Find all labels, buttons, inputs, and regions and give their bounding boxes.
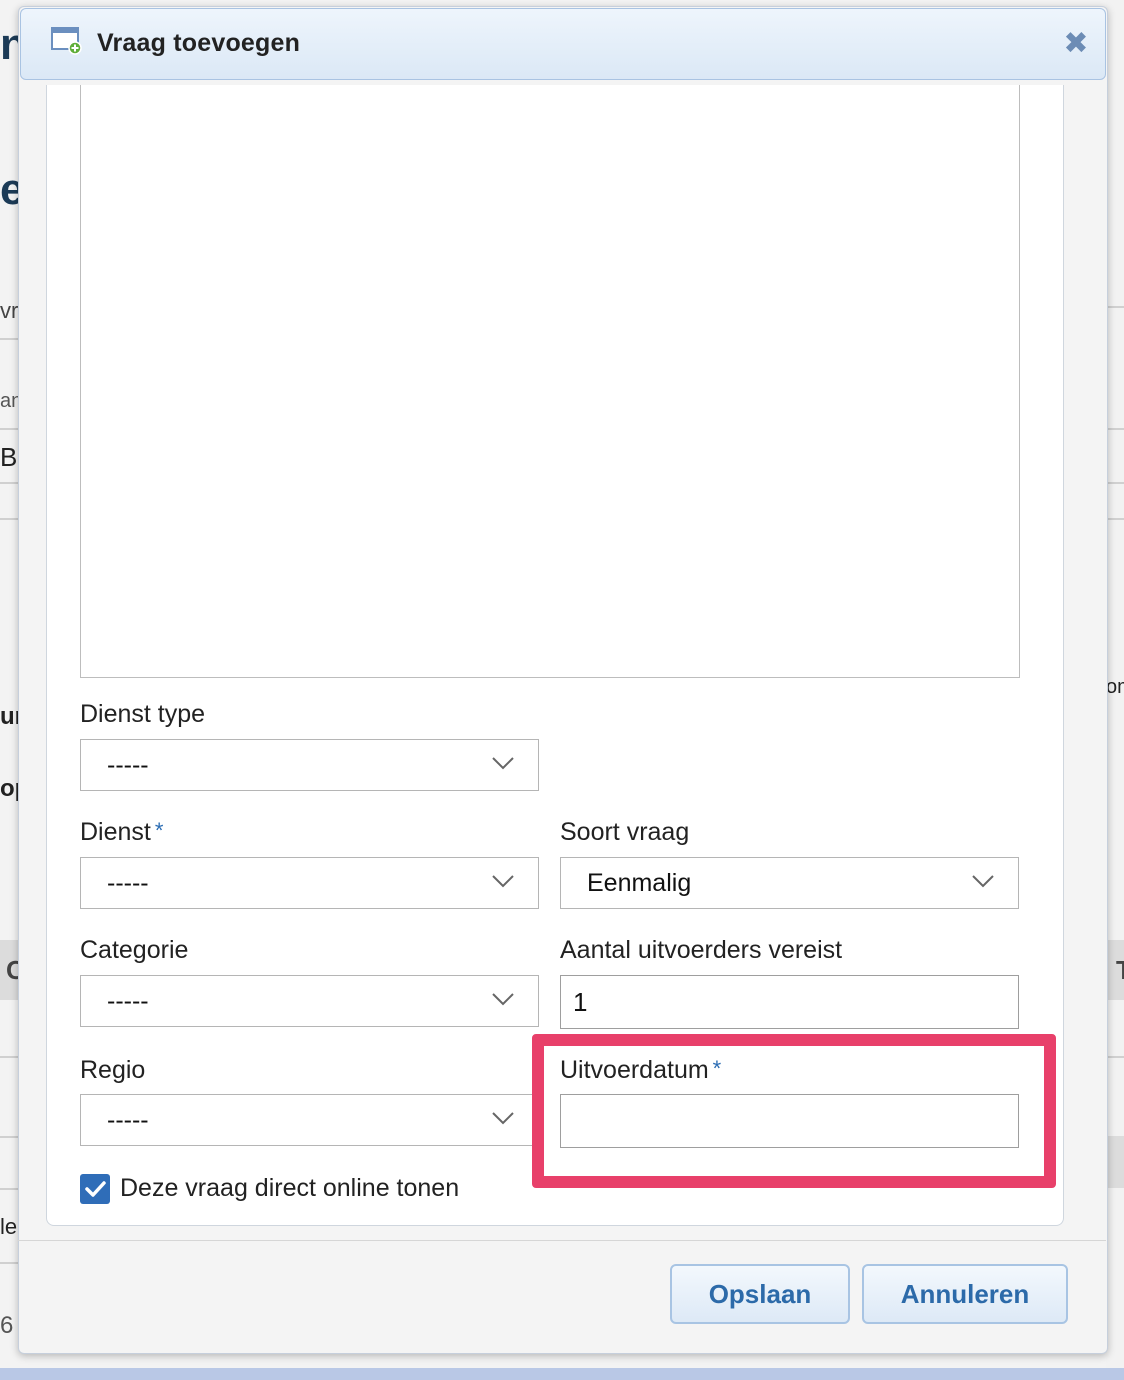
chevron-down-icon	[492, 993, 514, 1006]
bg-fragment: op	[0, 775, 18, 802]
regio-select[interactable]: -----	[80, 1094, 539, 1146]
soort-vraag-label: Soort vraag	[560, 818, 690, 846]
bg-fragment: vr	[0, 298, 18, 323]
bg-fragment: e	[0, 165, 18, 214]
bg-divider	[0, 1136, 18, 1138]
bg-fragment: le	[0, 1214, 18, 1239]
dienst-value: -----	[107, 869, 149, 897]
bg-fragment: an	[0, 390, 18, 412]
footer-divider	[18, 1240, 1106, 1241]
bg-fragment: om	[1106, 676, 1124, 698]
bg-footer-bar	[0, 1368, 1124, 1380]
bg-divider	[0, 1056, 18, 1058]
dialog-titlebar[interactable]: Vraag toevoegen ✖	[20, 8, 1106, 80]
bg-fragment: n	[0, 20, 18, 69]
chevron-down-icon	[492, 1112, 514, 1125]
uitvoerdatum-input[interactable]	[560, 1094, 1019, 1148]
bg-divider	[0, 518, 18, 520]
aantal-label: Aantal uitvoerders vereist	[560, 936, 843, 964]
cancel-button[interactable]: Annuleren	[862, 1264, 1068, 1324]
bg-fragment: ur	[0, 703, 18, 730]
bg-fragment: Be	[0, 442, 18, 472]
bg-divider	[0, 338, 18, 340]
bg-divider	[0, 428, 18, 430]
regio-value: -----	[107, 1106, 149, 1134]
aantal-input[interactable]: 1	[560, 975, 1019, 1029]
dienst-label: Dienst *	[80, 818, 164, 846]
description-textarea[interactable]	[80, 85, 1020, 678]
regio-label: Regio	[80, 1056, 146, 1084]
add-window-icon	[51, 27, 82, 55]
bg-fragment: C	[6, 955, 18, 985]
save-button[interactable]: Opslaan	[670, 1264, 850, 1324]
categorie-value: -----	[107, 987, 149, 1015]
bg-divider	[1106, 1056, 1124, 1058]
bg-divider	[0, 1262, 18, 1264]
bg-fragment: T	[1116, 955, 1124, 985]
dialog-title: Vraag toevoegen	[97, 29, 301, 57]
bg-divider	[0, 1188, 18, 1190]
bg-fragment: 6	[0, 1312, 14, 1339]
bg-divider	[1106, 518, 1124, 520]
soort-vraag-select[interactable]: Eenmalig	[560, 857, 1019, 909]
chevron-down-icon	[972, 875, 994, 888]
online-checkbox[interactable]	[80, 1174, 110, 1204]
checkmark-icon	[85, 1181, 106, 1197]
categorie-label: Categorie	[80, 936, 189, 964]
close-icon[interactable]: ✖	[1063, 29, 1089, 59]
soort-vraag-value: Eenmalig	[587, 869, 692, 897]
dienst-type-label: Dienst type	[80, 700, 206, 728]
bg-row	[1106, 1136, 1124, 1188]
chevron-down-icon	[492, 757, 514, 770]
bg-divider	[1106, 482, 1124, 484]
dienst-type-select[interactable]: -----	[80, 739, 539, 791]
dienst-select[interactable]: -----	[80, 857, 539, 909]
dienst-type-value: -----	[107, 751, 149, 779]
required-marker: *	[154, 818, 164, 843]
uitvoerdatum-label: Uitvoerdatum *	[560, 1056, 722, 1084]
bg-divider	[1106, 306, 1124, 308]
online-checkbox-label: Deze vraag direct online tonen	[120, 1174, 460, 1202]
bg-right-strip: om T	[1106, 0, 1124, 1380]
bg-divider	[1106, 428, 1124, 430]
bg-divider	[0, 482, 18, 484]
required-marker: *	[712, 1056, 722, 1081]
categorie-select[interactable]: -----	[80, 975, 539, 1027]
chevron-down-icon	[492, 875, 514, 888]
